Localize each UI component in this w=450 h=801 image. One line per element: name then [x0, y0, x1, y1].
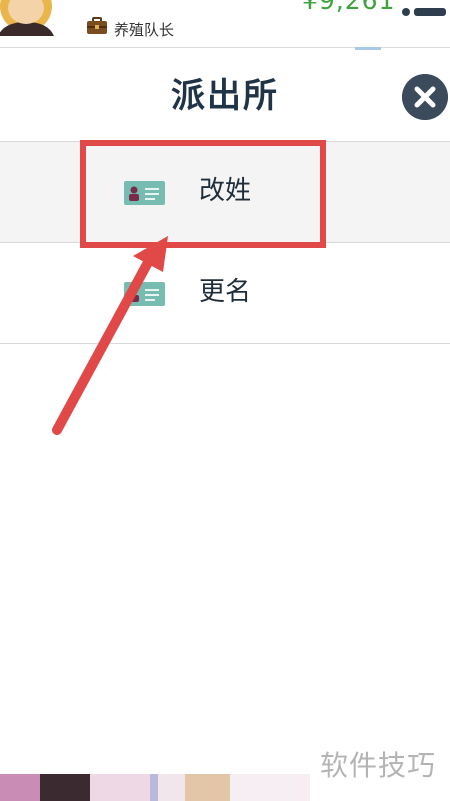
money-balance: ¥9,261: [302, 0, 396, 15]
watermark: 软件技巧: [320, 749, 437, 782]
dialog-title: 派出所: [171, 76, 279, 116]
briefcase-icon: [87, 17, 107, 34]
role-label: 养殖队长: [114, 21, 175, 39]
tab-indicator: [355, 47, 381, 50]
banner-ad[interactable]: [0, 774, 310, 801]
menu-item-label: 更名: [199, 277, 252, 307]
menu-icon[interactable]: [400, 0, 448, 20]
id-card-icon: [124, 282, 165, 306]
close-icon[interactable]: [402, 74, 448, 120]
highlight-annotation-box: [80, 140, 326, 248]
arrow-annotation: [52, 236, 168, 435]
menu-item-rename[interactable]: 更名: [0, 242, 450, 344]
player-name-icon: [88, 0, 162, 6]
avatar[interactable]: [0, 0, 58, 36]
top-header: 养殖队长 ¥9,261: [0, 0, 450, 48]
